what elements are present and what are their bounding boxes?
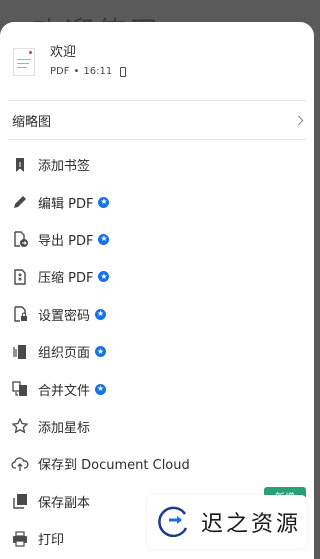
menu-item-add-star[interactable]: 添加星标 [0,408,314,445]
device-icon [120,66,127,77]
pencil-icon [11,193,29,211]
menu-label: 压缩 PDF [38,271,94,287]
menu-item-compress-pdf[interactable]: 压缩 PDF ★ [0,258,314,295]
lock-file-icon [11,305,29,323]
menu-label: 编辑 PDF [38,196,94,212]
file-type: PDF [50,66,70,77]
divider [8,139,306,140]
menu-label: 保存副本 [38,495,91,511]
menu-label: 打印 [38,533,65,549]
thumbnails-row[interactable]: 缩略图 [0,101,314,139]
menu-label: 添加书签 [38,159,91,175]
watermark: 迟之资源 [147,495,307,549]
bookmark-icon [11,156,29,174]
file-header: 欢迎 PDF • 16:11 [0,22,314,100]
menu-label: 添加星标 [38,420,91,436]
combine-files-icon [11,380,29,398]
menu-item-set-password[interactable]: 设置密码 ★ [0,296,314,333]
cloud-upload-icon [11,455,29,473]
export-pdf-icon [11,230,29,248]
premium-star-icon: ★ [98,196,110,208]
compress-pdf-icon [11,268,29,286]
menu-label: 合并文件 [38,383,91,399]
file-meta: PDF • 16:11 [50,66,127,77]
premium-star-icon: ★ [95,346,107,358]
copy-icon [11,492,29,510]
file-name: 欢迎 [50,45,77,60]
menu-item-export-pdf[interactable]: 导出 PDF ★ [0,221,314,258]
menu-label: 组织页面 [38,346,91,362]
menu-item-save-to-cloud[interactable]: 保存到 Document Cloud [0,445,314,482]
premium-star-icon: ★ [98,233,110,245]
premium-star-icon: ★ [95,383,107,395]
menu-label: 导出 PDF [38,233,94,249]
file-thumbnail [13,48,35,76]
menu-item-combine-files[interactable]: 合并文件 ★ [0,370,314,407]
file-time: 16:11 [83,66,113,77]
organize-pages-icon [11,343,29,361]
printer-icon [11,530,29,548]
menu-label: 设置密码 [38,308,91,324]
watermark-text: 迟之资源 [201,512,302,537]
watermark-logo-icon [158,506,188,538]
menu-item-edit-pdf[interactable]: 编辑 PDF ★ [0,183,314,220]
meta-separator: • [73,66,80,77]
menu-item-organize-pages[interactable]: 组织页面 ★ [0,333,314,370]
premium-star-icon: ★ [98,271,110,283]
file-actions-sheet: 欢迎 PDF • 16:11 缩略图 添加书签 编辑 PDF ★ 导出 PDF … [0,22,314,559]
star-icon [11,417,29,435]
chevron-right-icon [293,115,304,125]
thumbnails-label: 缩略图 [12,114,52,130]
premium-star-icon: ★ [95,308,107,320]
menu-label: 保存到 Document Cloud [38,458,190,474]
menu-item-add-bookmark[interactable]: 添加书签 [0,146,314,183]
